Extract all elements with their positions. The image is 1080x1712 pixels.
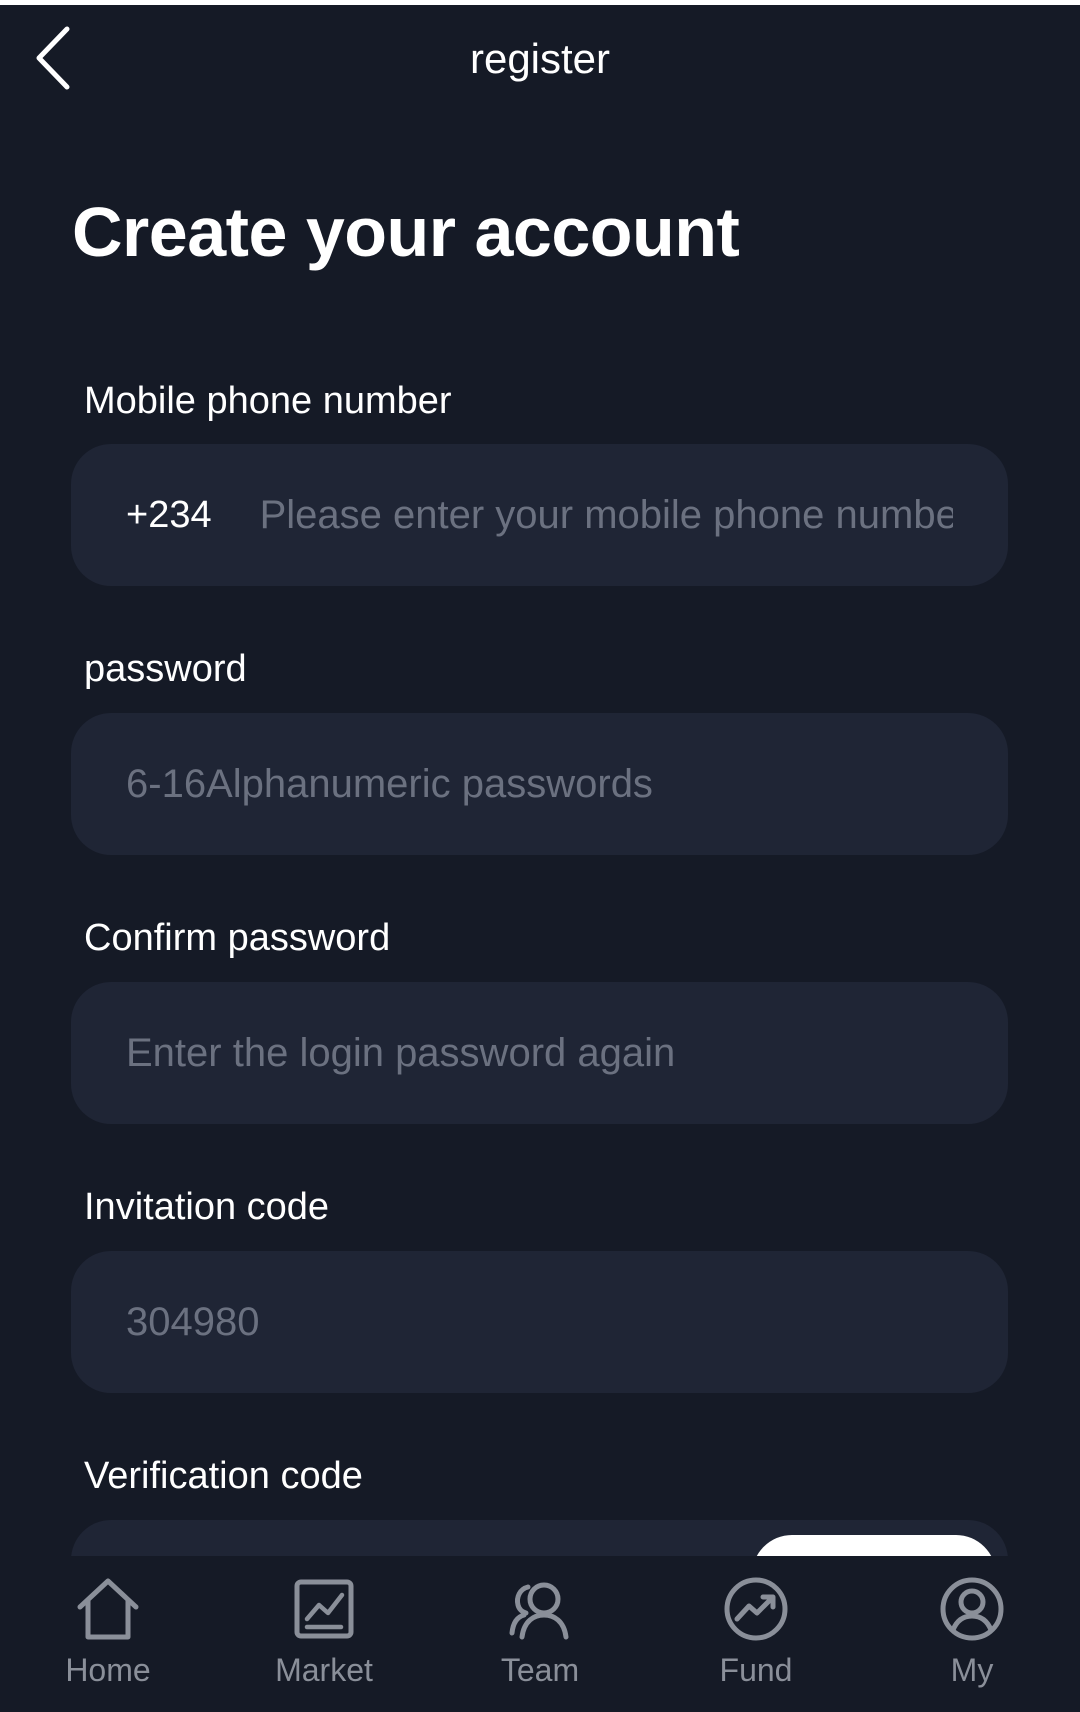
nav-label-market: Market: [275, 1652, 373, 1688]
nav-label-team: Team: [500, 1652, 580, 1688]
invitation-code-input[interactable]: [126, 1299, 953, 1345]
confirm-password-input[interactable]: [126, 1030, 953, 1076]
fund-trend-icon: [724, 1577, 788, 1641]
invitation-code-field: [71, 1251, 1008, 1393]
home-icon: [77, 1578, 139, 1640]
team-icon: [509, 1582, 569, 1640]
password-label: password: [84, 648, 247, 690]
nav-item-my[interactable]: My: [864, 1556, 1080, 1712]
nav-item-market[interactable]: Market: [216, 1556, 432, 1712]
verification-code-label: Verification code: [84, 1455, 363, 1497]
password-field: [71, 713, 1008, 855]
header-title: register: [469, 35, 611, 82]
header: register: [0, 5, 1080, 125]
register-screen: register Create your account Mobile phon…: [0, 0, 1080, 1712]
country-code-prefix[interactable]: +234: [126, 494, 212, 537]
nav-item-team[interactable]: Team: [432, 1556, 648, 1712]
user-profile-icon: [940, 1577, 1004, 1641]
nav-label-my: My: [950, 1652, 994, 1688]
phone-field: +234: [71, 444, 1008, 586]
market-chart-icon: [294, 1579, 354, 1639]
nav-item-home[interactable]: Home: [0, 1556, 216, 1712]
nav-label-home: Home: [65, 1652, 151, 1688]
confirm-password-field: [71, 982, 1008, 1124]
bottom-nav: Home Market Team Fund My: [0, 1556, 1080, 1712]
phone-input[interactable]: [259, 492, 953, 538]
invitation-code-label: Invitation code: [84, 1186, 330, 1228]
confirm-password-label: Confirm password: [84, 917, 391, 959]
nav-item-fund[interactable]: Fund: [648, 1556, 864, 1712]
password-input[interactable]: [126, 761, 953, 807]
nav-label-fund: Fund: [719, 1652, 793, 1688]
page-title: Create your account: [72, 193, 740, 271]
phone-label: Mobile phone number: [84, 380, 452, 422]
